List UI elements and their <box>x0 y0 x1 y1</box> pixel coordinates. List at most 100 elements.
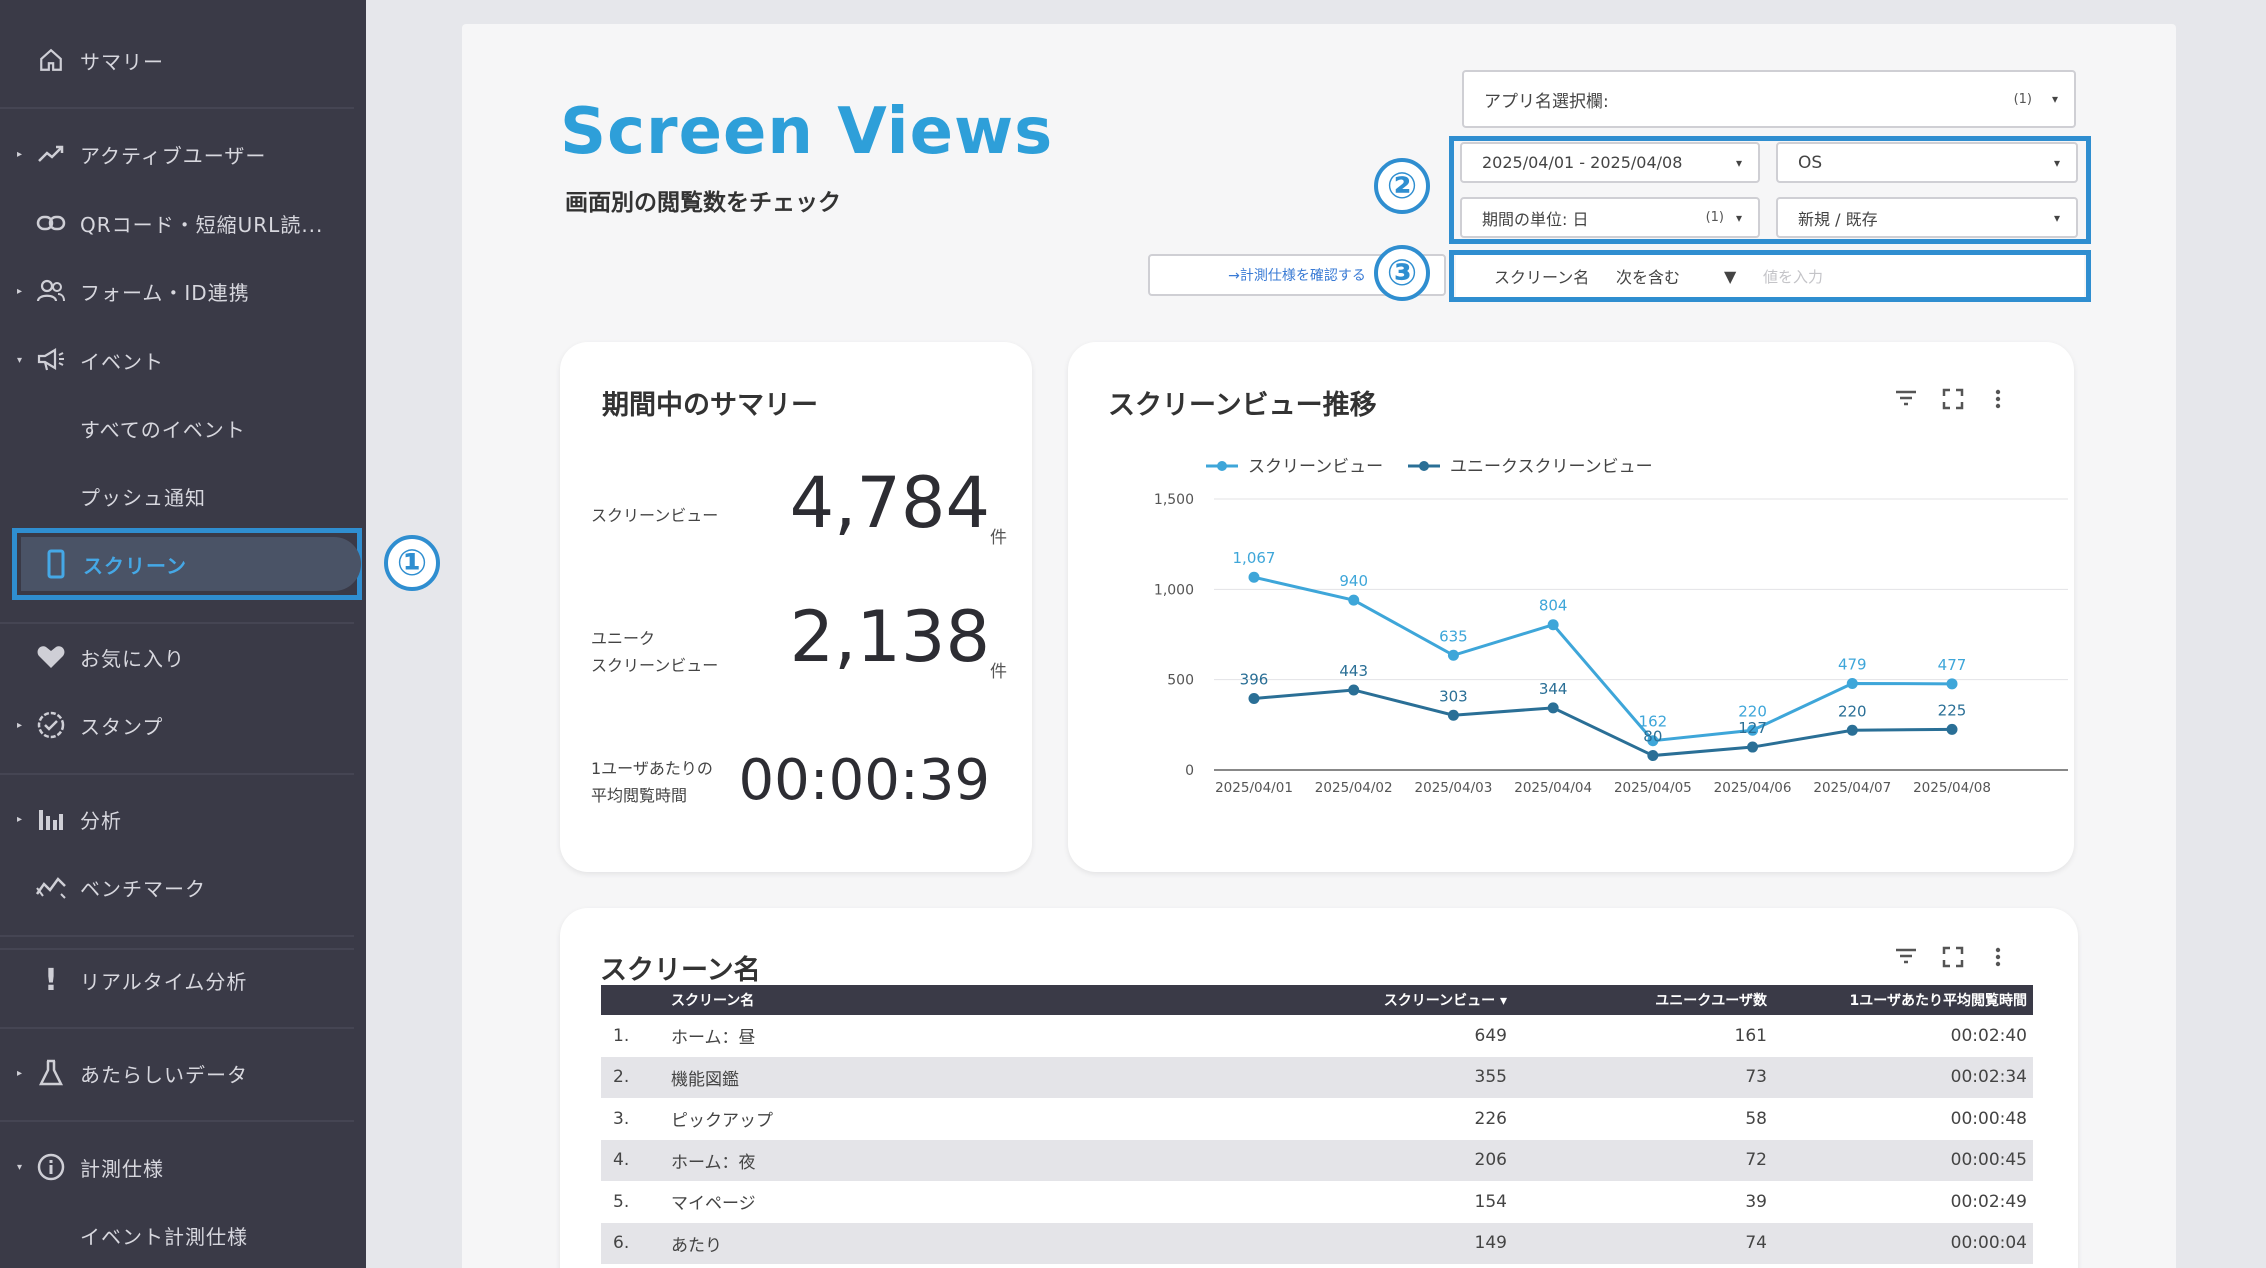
y-tick-label: 1,000 <box>1154 582 1194 598</box>
sidebar-item-push[interactable]: プッシュ通知 <box>0 466 366 526</box>
legend-label: ユニークスクリーンビュー <box>1450 457 1653 477</box>
table-row[interactable]: 6. あたり 149 74 00:00:04 <box>601 1222 2033 1264</box>
period-unit-select[interactable]: 期間の単位: 日 (1) ▾ <box>1460 197 1760 238</box>
link-icon <box>34 206 68 240</box>
table-title: スクリーン名 <box>600 955 761 986</box>
table-header-row: スクリーン名 スクリーンビュー ▾ ユニークユーザ数 1ユーザあたり平均閲覧時間 <box>601 985 2033 1015</box>
info-icon <box>34 1150 68 1184</box>
app-select-count: (1) <box>2013 91 2032 107</box>
row-time: 00:02:40 <box>1950 1025 2027 1046</box>
sidebar-item-label: サマリー <box>80 49 164 74</box>
sidebar-item-label: ベンチマーク <box>80 876 206 901</box>
data-label: 225 <box>1938 701 1967 719</box>
row-views: 226 <box>1474 1108 1507 1129</box>
chevron-down-icon: ▾ <box>2053 155 2060 170</box>
row-screen-name: ピックアップ <box>671 1111 773 1132</box>
chevron-down-icon: ▾ <box>2053 210 2060 225</box>
chevron-down-icon: ▾ <box>1735 210 1742 225</box>
avg-time-header[interactable]: 1ユーザあたり平均閲覧時間 <box>1773 985 2033 1015</box>
sidebar-item-event-spec[interactable]: イベント計測仕様 <box>0 1205 366 1265</box>
sidebar-item-all-events[interactable]: すべてのイベント <box>0 398 366 458</box>
row-time: 00:00:04 <box>1773 1222 2033 1264</box>
caret-right-icon: ▸ <box>17 1067 23 1079</box>
exclamation-icon: ! <box>44 962 58 998</box>
value-input[interactable]: 値を入力 <box>1763 266 1823 287</box>
caret-right-icon: ▸ <box>17 285 23 297</box>
sidebar-item-summary[interactable]: サマリー <box>0 30 366 90</box>
home-icon <box>34 43 68 77</box>
new-existing-select[interactable]: 新規 / 既存 ▾ <box>1776 197 2078 238</box>
sidebar-item-new-data[interactable]: ▸ あたらしいデータ <box>0 1043 366 1103</box>
x-tick-label: 2025/04/03 <box>1415 780 1493 796</box>
caret-down-icon: ▾ <box>17 1161 23 1173</box>
sidebar-divider <box>0 773 354 775</box>
fullscreen-icon[interactable] <box>1942 946 1964 974</box>
data-label: 479 <box>1838 655 1867 673</box>
row-rank: 4. <box>601 1139 665 1181</box>
sidebar-item-benchmark[interactable]: ベンチマーク <box>0 857 366 917</box>
sidebar-item-label: 計測仕様 <box>80 1156 164 1181</box>
sidebar-item-stamp[interactable]: ▸ スタンプ <box>0 695 366 755</box>
screen-name-header[interactable]: スクリーン名 <box>665 985 1273 1015</box>
row-screen-name: ホーム：昼 <box>671 1028 756 1049</box>
legend-marker <box>1217 461 1227 471</box>
row-users: 39 <box>1745 1191 1767 1212</box>
sidebar-item-label: QRコード・短縮URL読... <box>80 212 324 237</box>
row-users: 161 <box>1734 1025 1767 1046</box>
sidebar-item-spec[interactable]: ▾ 計測仕様 <box>0 1137 366 1197</box>
avg-label-line2: 平均閲覧時間 <box>591 786 688 805</box>
sidebar-item-form[interactable]: ▸ フォーム・ID連携 <box>0 261 366 321</box>
sidebar-item-qr[interactable]: QRコード・短縮URL読... <box>0 193 366 253</box>
sidebar-item-active-users[interactable]: ▸ アクティブユーザー <box>0 124 366 184</box>
row-views: 355 <box>1273 1056 1513 1098</box>
period-unit-count: (1) <box>1705 210 1724 225</box>
table-row[interactable]: 1. ホーム：昼 649 161 00:02:40 <box>601 1015 2033 1057</box>
data-point <box>1846 724 1858 736</box>
data-point <box>1747 741 1759 753</box>
benchmark-icon <box>34 870 68 904</box>
table-row[interactable]: 4. ホーム：夜 206 72 00:00:45 <box>601 1139 2033 1181</box>
date-range-picker[interactable]: 2025/04/01 - 2025/04/08 ▾ <box>1460 142 1760 183</box>
row-screen-name: ホーム：夜 <box>665 1139 1273 1181</box>
sidebar-item-analysis[interactable]: ▸ 分析 <box>0 789 366 849</box>
table-row[interactable]: 2. 機能図鑑 355 73 00:02:34 <box>601 1056 2033 1098</box>
table-row[interactable]: 3. ピックアップ 226 58 00:00:48 <box>601 1098 2033 1140</box>
data-point <box>1348 684 1360 696</box>
sidebar-item-realtime[interactable]: ! リアルタイム分析 <box>0 950 366 1010</box>
x-tick-label: 2025/04/06 <box>1714 780 1792 796</box>
data-point <box>1946 723 1958 735</box>
sidebar-item-label: フォーム・ID連携 <box>80 280 250 305</box>
data-point <box>1846 677 1858 689</box>
sidebar-item-label: イベント計測仕様 <box>80 1224 248 1249</box>
app-select[interactable]: アプリ名選択欄: (1) ▾ <box>1462 70 2076 128</box>
screen-views-label: スクリーンビュー <box>591 506 719 525</box>
sidebar-divider <box>0 107 354 109</box>
sidebar-item-event[interactable]: ▾ イベント <box>0 330 366 390</box>
sidebar-item-screen[interactable]: スクリーン <box>12 528 362 600</box>
sidebar-item-favorites[interactable]: お気に入り <box>0 627 366 687</box>
screen-views-header[interactable]: スクリーンビュー ▾ <box>1273 985 1513 1015</box>
unique-users-header[interactable]: ユニークユーザ数 <box>1513 985 1773 1015</box>
data-label: 477 <box>1938 656 1967 674</box>
more-vert-icon[interactable] <box>1994 946 2002 974</box>
unique-label-line2: スクリーンビュー <box>591 656 719 675</box>
screen-table: スクリーン名 スクリーンビュー ▾ ユニークユーザ数 1ユーザあたり平均閲覧時間… <box>601 985 2033 1264</box>
marker-1: ① <box>384 535 440 591</box>
match-type[interactable]: 次を含む <box>1616 264 1680 288</box>
screen-name-filter[interactable]: スクリーン名 次を含む ▼ 値を入力 <box>1456 255 2084 297</box>
data-point <box>1547 619 1559 631</box>
data-point <box>1447 649 1459 661</box>
os-select[interactable]: OS ▾ <box>1776 142 2078 183</box>
row-users: 73 <box>1513 1056 1773 1098</box>
line-chart: 0 500 1,000 1,500 2025/04/01 2025/04/02 2025/0… <box>1154 457 2068 796</box>
filter-icon[interactable] <box>1894 946 1918 972</box>
x-tick-label: 2025/04/01 <box>1215 780 1293 796</box>
rank-header <box>601 985 665 1015</box>
row-users: 58 <box>1745 1108 1767 1129</box>
y-tick-label: 1,500 <box>1154 492 1194 508</box>
table-row[interactable]: 5. マイページ 154 39 00:02:49 <box>601 1181 2033 1223</box>
row-views: 649 <box>1474 1025 1507 1046</box>
caret-down-icon[interactable]: ▼ <box>1724 267 1736 286</box>
avg-label-line1: 1ユーザあたりの <box>591 759 713 778</box>
caret-right-icon: ▸ <box>17 719 23 731</box>
